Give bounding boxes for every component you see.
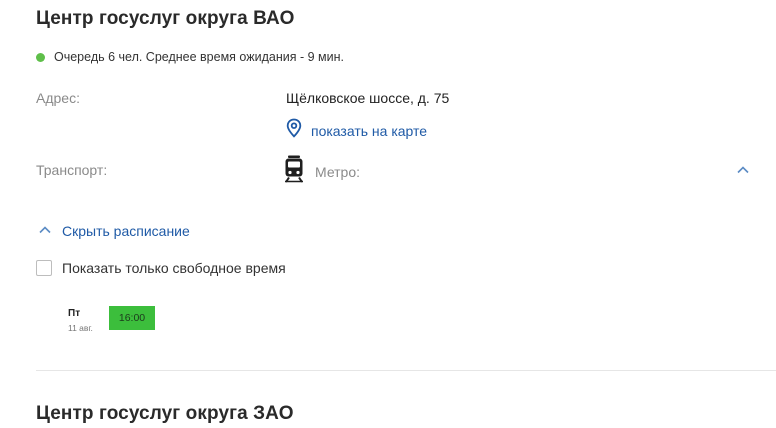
hide-schedule-toggle[interactable]: Скрыть расписание (38, 222, 190, 240)
queue-status: Очередь 6 чел. Среднее время ожидания - … (36, 50, 344, 64)
metro-info: Метро: (284, 155, 360, 188)
hide-schedule-text: Скрыть расписание (62, 223, 190, 239)
queue-status-text: Очередь 6 чел. Среднее время ожидания - … (54, 50, 344, 64)
free-time-filter[interactable]: Показать только свободное время (36, 260, 286, 276)
show-on-map-link[interactable]: показать на карте (285, 118, 427, 143)
free-time-checkbox[interactable] (36, 260, 52, 276)
schedule-day-date: 11 авг. (68, 323, 93, 333)
chevron-up-icon (736, 162, 750, 179)
metro-label: Метро: (315, 163, 361, 180)
office-title: Центр госуслуг округа ЗАО (36, 403, 294, 424)
schedule-day-name: Пт (68, 308, 81, 319)
train-icon (284, 155, 304, 188)
time-slot-button[interactable]: 16:00 (109, 306, 155, 330)
office-title: Центр госуслуг округа ВАО (36, 8, 295, 29)
free-time-label: Показать только свободное время (62, 260, 286, 276)
collapse-transport-button[interactable] (736, 162, 750, 180)
map-pin-icon (285, 118, 303, 143)
section-divider (36, 370, 776, 371)
transport-label: Транспорт: (36, 162, 108, 178)
show-on-map-text: показать на карте (311, 122, 428, 139)
address-label: Адрес: (36, 90, 80, 106)
queue-status-dot (36, 52, 45, 62)
address-value: Щёлковское шоссе, д. 75 (286, 90, 450, 106)
chevron-up-icon (38, 222, 52, 240)
